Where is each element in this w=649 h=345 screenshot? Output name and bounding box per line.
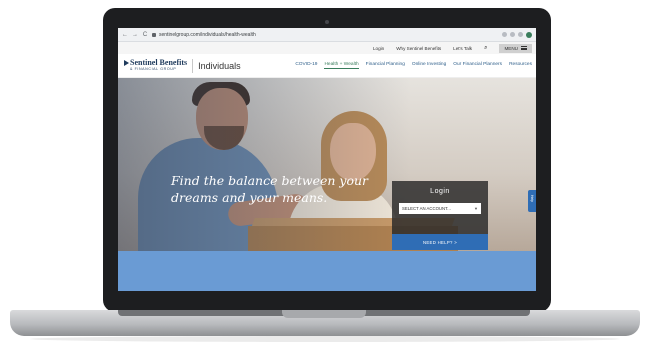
laptop-screen: ← → C sentinelgroup.com/individuals/heal… <box>118 28 536 291</box>
browser-extensions <box>502 31 532 38</box>
account-select[interactable]: SELECT AN ACCOUNT... ▼ <box>399 203 481 214</box>
address-url: sentinelgroup.com/individuals/health-wea… <box>159 31 256 38</box>
nav-item-covid[interactable]: COVID-19 <box>295 62 317 69</box>
login-title: Login <box>430 188 450 195</box>
site-header: Sentinel Benefits & FINANCIAL GROUP Indi… <box>118 54 536 78</box>
nav-item-health-wealth[interactable]: Health + Wealth <box>324 62 359 69</box>
menu-button[interactable]: MENU <box>499 43 532 53</box>
account-select-placeholder: SELECT AN ACCOUNT... <box>402 206 451 211</box>
section-title: Individuals <box>198 60 241 71</box>
logo-mark-icon <box>124 60 129 67</box>
browser-toolbar: ← → C sentinelgroup.com/individuals/heal… <box>118 28 536 42</box>
need-help-button[interactable]: NEED HELP? > <box>392 234 488 250</box>
utility-nav: Login Why Sentinel Benefits Let's Talk ⌕… <box>118 42 536 54</box>
utility-link-login[interactable]: Login <box>373 46 384 51</box>
help-side-tab-label: Help <box>530 195 534 203</box>
utility-link-lets-talk[interactable]: Let's Talk <box>453 46 472 51</box>
lock-icon <box>152 32 156 37</box>
logo-wordmark: Sentinel Benefits <box>130 58 188 68</box>
address-bar[interactable]: sentinelgroup.com/individuals/health-wea… <box>152 32 498 38</box>
nav-item-financial-planning[interactable]: Financial Planning <box>366 62 405 69</box>
reload-icon[interactable]: C <box>142 32 148 38</box>
search-icon[interactable]: ⌕ <box>484 45 487 52</box>
utility-link-why-sentinel[interactable]: Why Sentinel Benefits <box>396 46 441 51</box>
sentinel-logo[interactable]: Sentinel Benefits & FINANCIAL GROUP <box>124 59 187 72</box>
back-icon[interactable]: ← <box>122 32 128 38</box>
nav-item-resources[interactable]: Resources <box>509 62 532 69</box>
nav-item-online-investing[interactable]: Online Investing <box>412 62 446 69</box>
login-panel: Login SELECT AN ACCOUNT... ▼ <box>392 181 488 236</box>
chevron-down-icon: ▼ <box>474 206 478 211</box>
hero-banner: Find the balance between your dreams and… <box>118 78 536 251</box>
help-side-tab[interactable]: Help <box>528 190 536 212</box>
hero-tagline: Find the balance between your dreams and… <box>171 173 369 205</box>
laptop-mockup: ← → C sentinelgroup.com/individuals/heal… <box>0 0 649 345</box>
header-divider <box>192 58 194 73</box>
menu-label: MENU <box>504 45 518 51</box>
profile-avatar-icon[interactable] <box>526 31 532 38</box>
content-band <box>118 251 536 291</box>
laptop-notch <box>282 310 366 318</box>
laptop-shadow <box>30 336 620 342</box>
forward-icon[interactable]: → <box>132 32 138 38</box>
star-icon[interactable] <box>502 32 507 37</box>
extension-icon[interactable] <box>510 32 515 37</box>
webcam <box>325 20 329 24</box>
puzzle-icon[interactable] <box>518 32 523 37</box>
main-nav: COVID-19 Health + Wealth Financial Plann… <box>295 62 532 69</box>
hamburger-icon <box>521 46 527 50</box>
logo-subline: & FINANCIAL GROUP <box>130 67 177 72</box>
nav-item-financial-planners[interactable]: Our Financial Planners <box>453 62 502 69</box>
